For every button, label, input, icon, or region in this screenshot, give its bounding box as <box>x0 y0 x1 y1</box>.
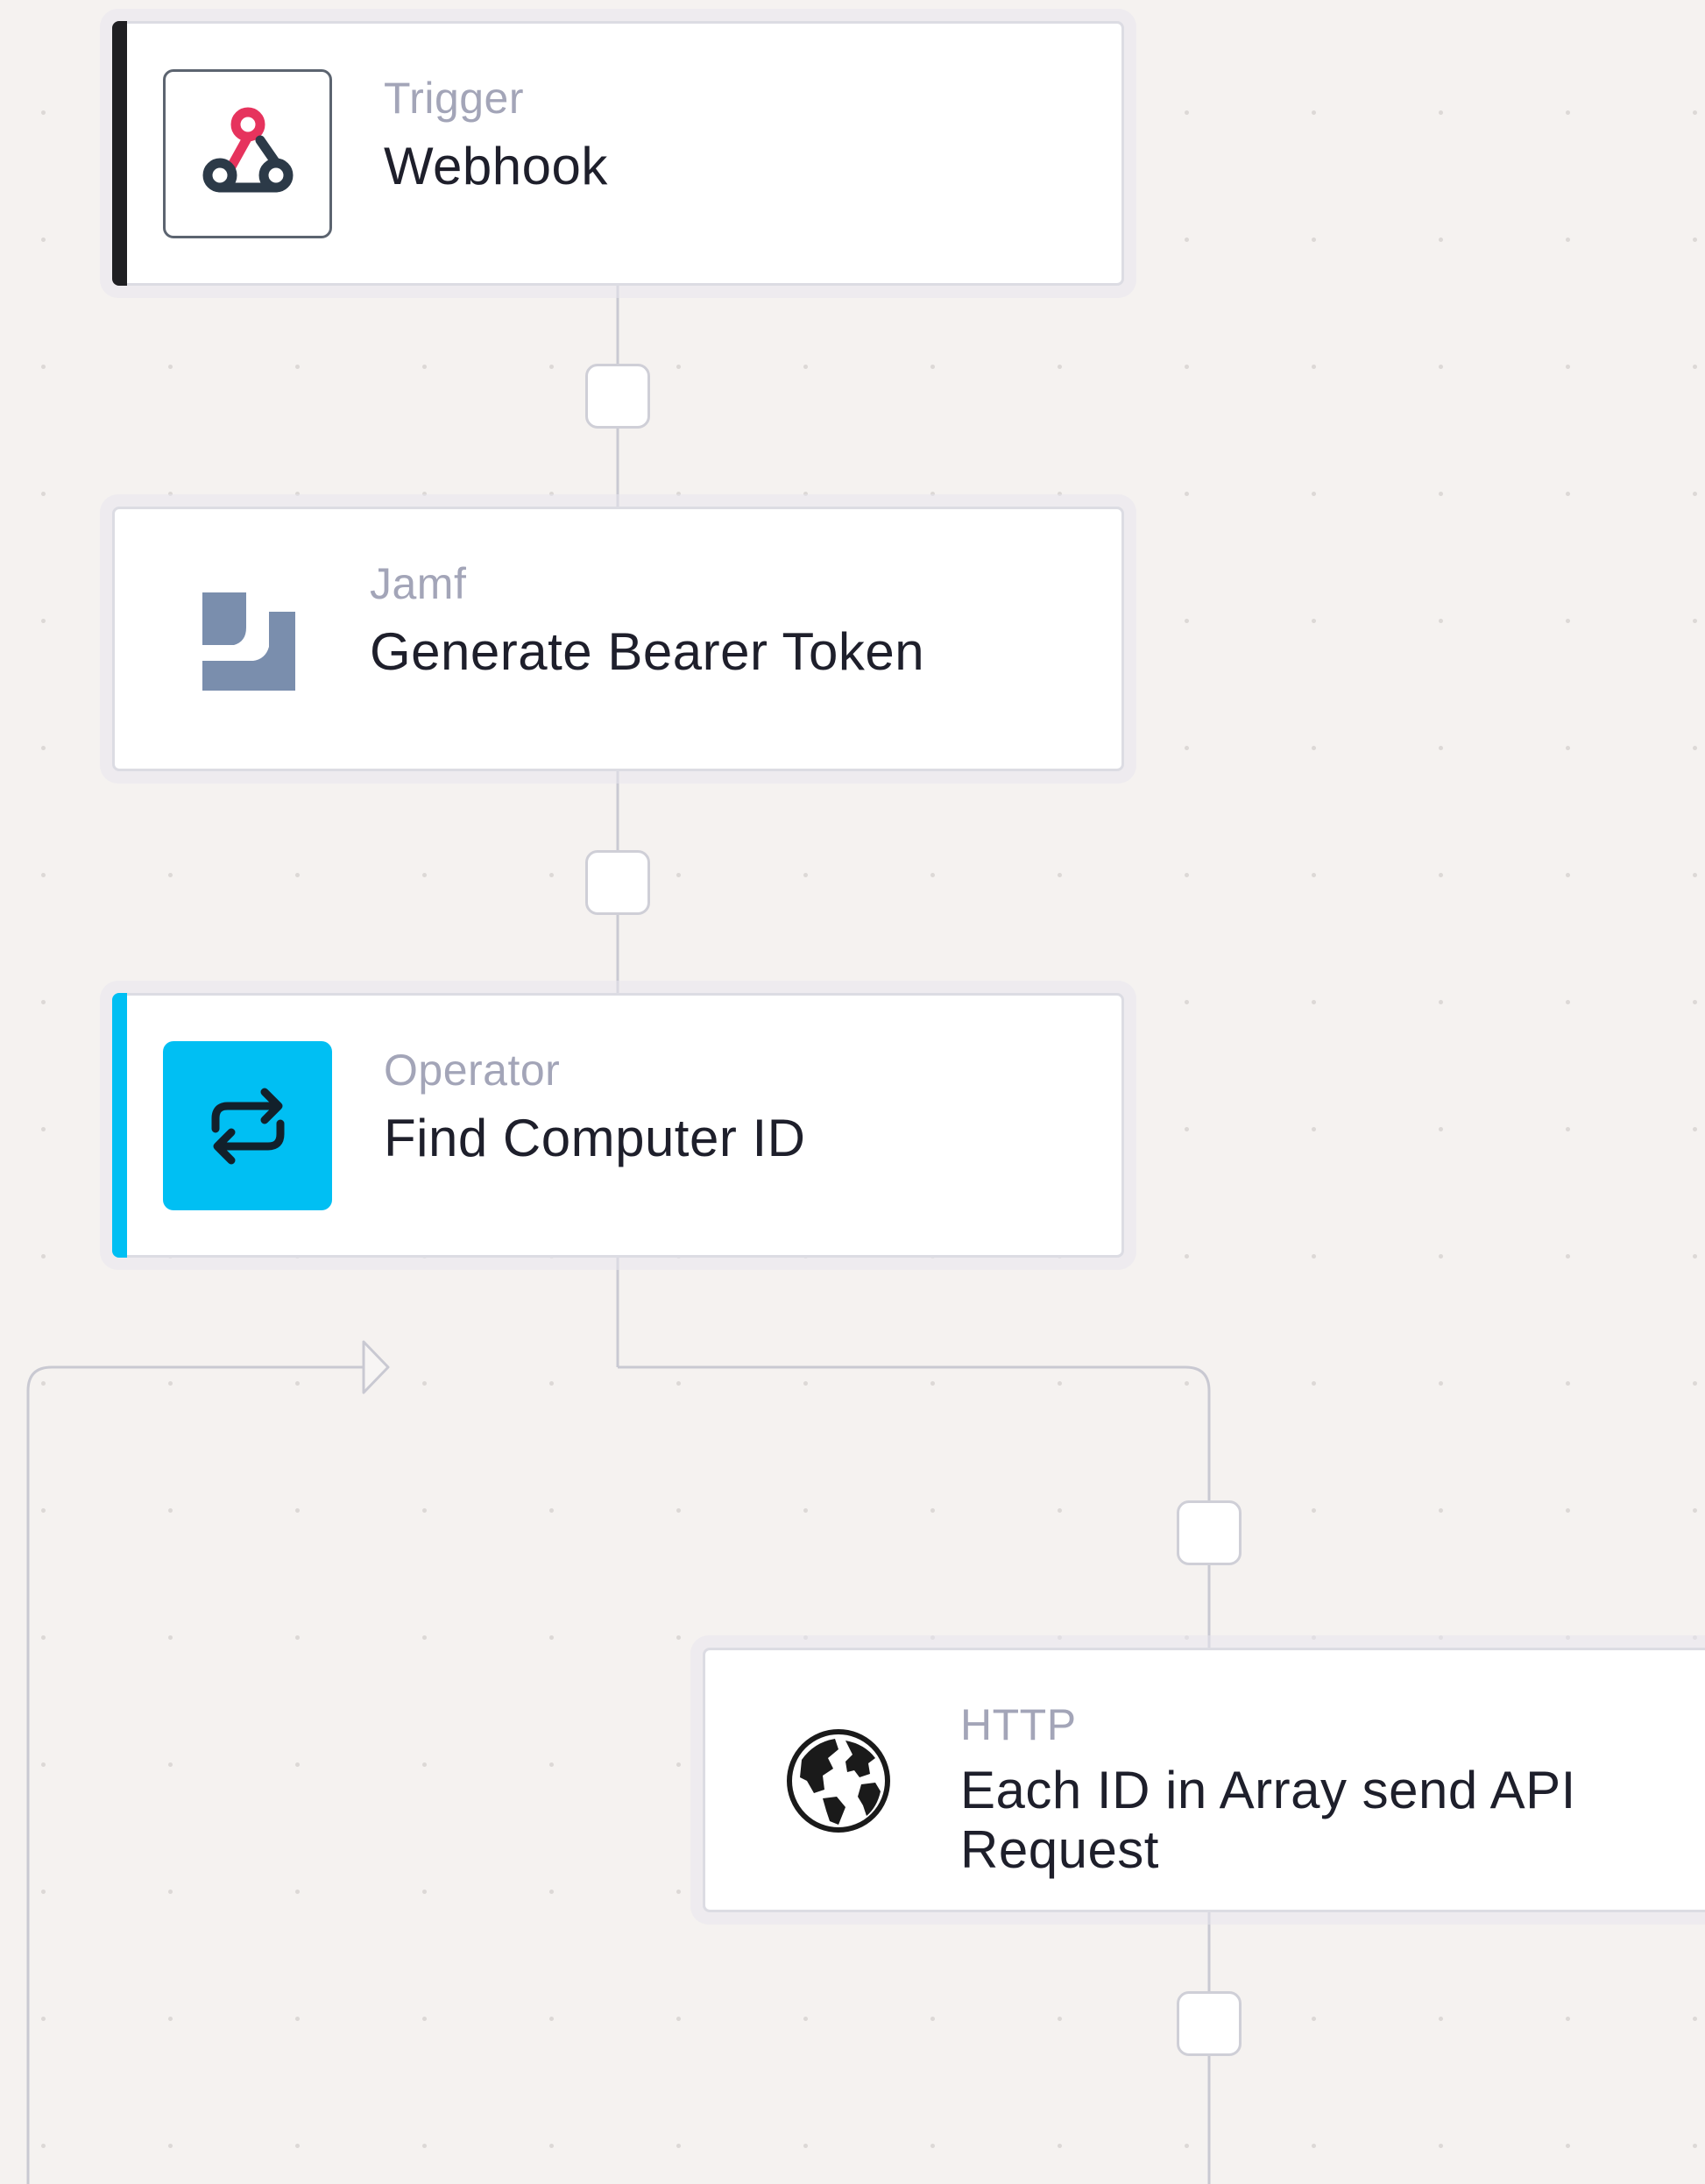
node-kind-label: Jamf <box>370 559 467 608</box>
http-node[interactable]: HTTP Each ID in Array send API Request <box>703 1648 1705 1912</box>
node-icon-box <box>163 1041 332 1210</box>
node-kind-label: Trigger <box>384 74 525 123</box>
add-step-button[interactable] <box>585 364 650 429</box>
node-title: Webhook <box>384 137 608 195</box>
node-icon-box <box>163 69 332 238</box>
add-step-button[interactable] <box>585 850 650 915</box>
node-text: Jamf Generate Bearer Token <box>370 562 924 682</box>
connector-branch-http <box>618 1365 1211 1648</box>
jamf-logo-icon <box>202 592 295 691</box>
node-icon-box <box>753 1696 923 1865</box>
loop-arrowhead <box>362 1340 390 1394</box>
node-text: Trigger Webhook <box>384 76 608 196</box>
node-accent-bar <box>112 21 127 286</box>
node-text: Operator Find Computer ID <box>384 1048 806 1168</box>
add-step-button[interactable] <box>1177 1500 1242 1565</box>
trigger-node[interactable]: Trigger Webhook <box>112 21 1124 286</box>
loop-arrows-icon <box>211 1088 284 1164</box>
connector-loop-back <box>26 1365 364 2184</box>
webhook-icon <box>202 107 293 192</box>
jamf-node[interactable]: Jamf Generate Bearer Token <box>112 507 1124 771</box>
node-title: Generate Bearer Token <box>370 622 925 681</box>
node-accent-bar <box>112 993 127 1258</box>
node-title: Find Computer ID <box>384 1109 806 1167</box>
node-kind-label: HTTP <box>960 1700 1077 1749</box>
operator-node[interactable]: Operator Find Computer ID <box>112 993 1124 1258</box>
node-kind-label: Operator <box>384 1046 561 1095</box>
globe-icon <box>786 1728 890 1833</box>
node-title: Each ID in Array send API Request <box>960 1761 1576 1880</box>
workflow-canvas[interactable]: Trigger Webhook Jamf Generate Bearer Tok… <box>0 0 1705 2184</box>
add-step-button[interactable] <box>1177 1991 1242 2056</box>
node-text: HTTP Each ID in Array send API Request <box>960 1703 1644 1881</box>
node-icon-box <box>163 555 332 724</box>
